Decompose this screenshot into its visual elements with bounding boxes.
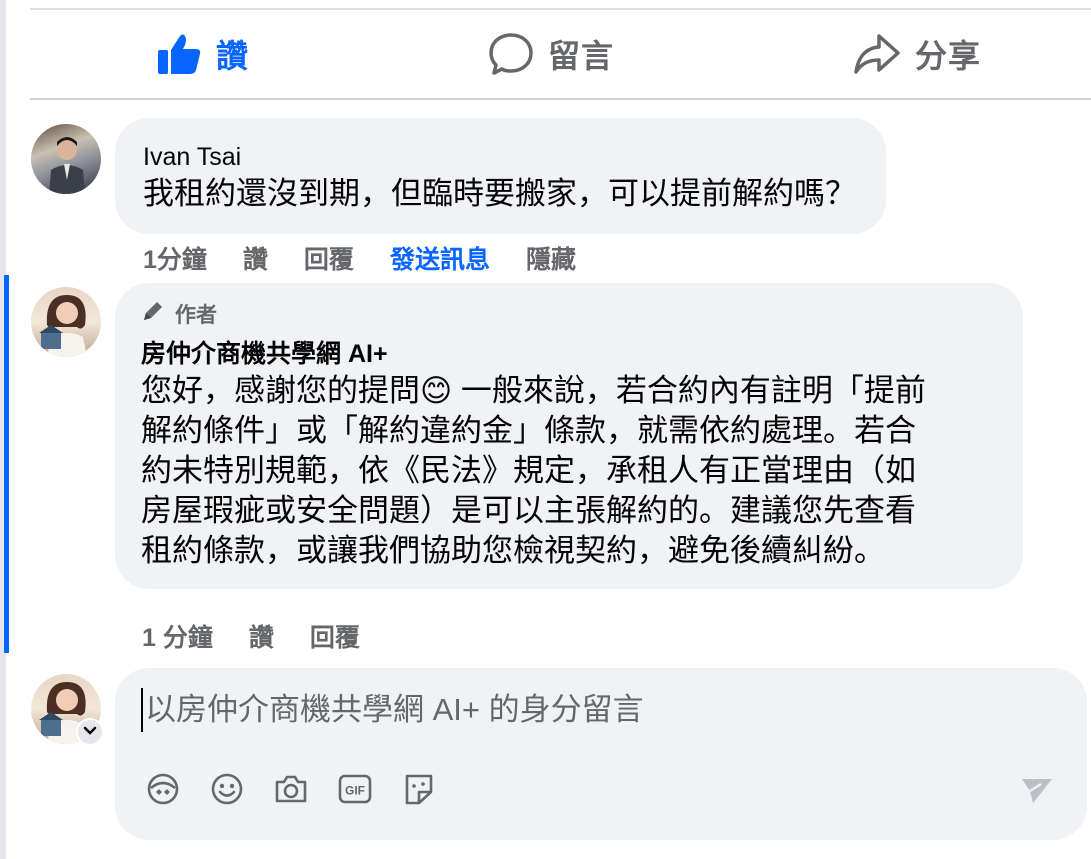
- comment-item: 作者 房仲介商機共學網 AI+ 您好，感謝您的提問😊 一般來說，若合約內有註明「…: [31, 283, 1023, 589]
- comment-bubble: Ivan Tsai 我租約還沒到期，但臨時要搬家，可以提前解約嗎？: [115, 118, 886, 234]
- comment-bubble: 作者 房仲介商機共學網 AI+ 您好，感謝您的提問😊 一般來說，若合約內有註明「…: [115, 283, 1023, 589]
- comment-item: Ivan Tsai 我租約還沒到期，但臨時要搬家，可以提前解約嗎？: [31, 118, 886, 234]
- post-action-bar: 讚 留言 分享: [30, 10, 1091, 100]
- emoji-icon[interactable]: [209, 771, 245, 807]
- comment-text: 我租約還沒到期，但臨時要搬家，可以提前解約嗎？: [143, 176, 856, 211]
- comment-text-line: 您好，感謝您的提問😊 一般來說，若合約內有註明「提前: [141, 373, 926, 408]
- comment-composer: 以房仲介商機共學網 AI+ 的身分留言 GIF: [115, 668, 1087, 840]
- timestamp[interactable]: 1分鐘: [143, 240, 207, 276]
- chevron-down-icon: [83, 723, 97, 741]
- share-label: 分享: [914, 38, 981, 74]
- comment-reply-link[interactable]: 回覆: [304, 240, 354, 276]
- like-button[interactable]: 讚: [156, 31, 249, 77]
- share-arrow-icon: [853, 32, 901, 76]
- pencil-icon: [141, 299, 165, 329]
- comment-text-line: 房屋瑕疵或安全問題）是可以主張解約的。建議您先查看: [141, 493, 916, 528]
- comment-bubble-icon: [488, 32, 534, 76]
- comment-label: 留言: [547, 38, 614, 74]
- svg-text:GIF: GIF: [345, 784, 365, 798]
- comment-input[interactable]: 以房仲介商機共學網 AI+ 的身分留言: [141, 688, 644, 732]
- thumbs-up-icon: [156, 32, 202, 76]
- share-button[interactable]: 分享: [853, 31, 981, 77]
- author-badge-label: 作者: [175, 304, 217, 327]
- comment-meta: 1分鐘 讚 回覆 發送訊息 隱藏: [143, 240, 576, 276]
- comment-section: 讚 留言 分享 Ivan Tsai 我租約還沒到期，但臨時要搬家，可以提前解約嗎…: [0, 0, 1091, 859]
- timestamp[interactable]: 1 分鐘: [142, 618, 213, 654]
- comment-meta: 1 分鐘 讚 回覆: [142, 618, 360, 654]
- send-message-link[interactable]: 發送訊息: [390, 240, 490, 276]
- comment-like-link[interactable]: 讚: [243, 240, 268, 276]
- avatar[interactable]: [31, 287, 101, 357]
- author-name[interactable]: Ivan Tsai: [143, 140, 856, 174]
- camera-icon[interactable]: [273, 771, 309, 807]
- avatar-sticker-icon[interactable]: [145, 771, 181, 807]
- comment-text-line: 租約條款，或讓我們協助您檢視契約，避免後續糾紛。: [141, 533, 885, 568]
- author-badge: 作者: [141, 299, 995, 329]
- like-label: 讚: [216, 38, 250, 74]
- author-name[interactable]: 房仲介商機共學網 AI+: [141, 337, 995, 371]
- hide-link[interactable]: 隱藏: [526, 240, 576, 276]
- sticker-icon[interactable]: [401, 771, 437, 807]
- comment-text-line: 解約條件」或「解約違約金」條款，就需依約處理。若合: [141, 413, 916, 448]
- comment-like-link[interactable]: 讚: [249, 618, 274, 654]
- comment-button[interactable]: 留言: [488, 31, 614, 77]
- send-button[interactable]: [1019, 773, 1055, 812]
- send-icon: [1019, 779, 1055, 811]
- comment-text-line: 約未特別規範，依《民法》規定，承租人有正當理由（如: [141, 453, 916, 488]
- reply-highlight-bar: [4, 275, 9, 653]
- identity-switch-button[interactable]: [76, 718, 104, 746]
- avatar[interactable]: [31, 124, 101, 194]
- gif-icon[interactable]: GIF: [337, 771, 373, 807]
- comment-reply-link[interactable]: 回覆: [310, 618, 360, 654]
- composer-toolbar: GIF: [145, 771, 437, 807]
